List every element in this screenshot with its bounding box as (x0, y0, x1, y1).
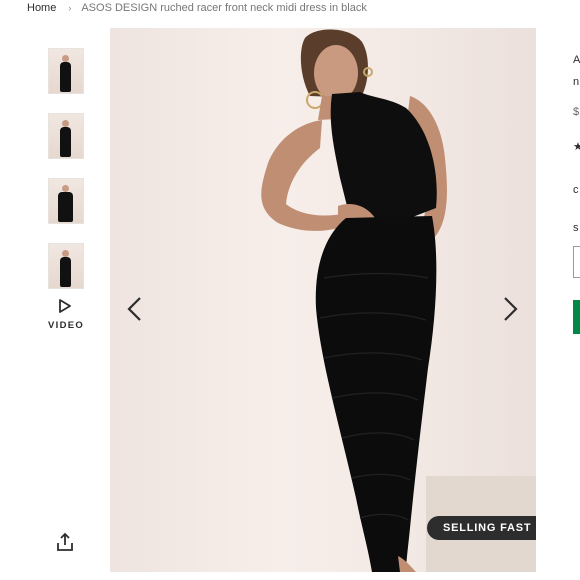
thumbnail-4[interactable] (48, 243, 84, 289)
add-to-bag-button[interactable] (573, 300, 580, 334)
breadcrumb-current: ASOS DESIGN ruched racer front neck midi… (81, 2, 367, 14)
product-title-line2-fragment: n (573, 76, 580, 88)
model-in-black-dress-image (261, 29, 447, 572)
video-label: VIDEO (48, 320, 85, 331)
arrow-left-icon[interactable] (124, 296, 146, 322)
arrow-right-icon[interactable] (499, 296, 521, 322)
share-icon (57, 532, 73, 551)
size-label-fragment: s (573, 222, 579, 234)
thumbnail-3[interactable] (48, 178, 84, 224)
thumbnail-list (48, 48, 84, 308)
breadcrumb: Home › ASOS DESIGN ruched racer front ne… (27, 0, 367, 16)
size-select[interactable] (573, 246, 580, 278)
thumbnail-1[interactable] (48, 48, 84, 94)
price-fragment: $ (573, 106, 580, 118)
colour-label-fragment: c (573, 184, 579, 196)
product-title-fragment: A (573, 54, 580, 66)
share-button[interactable] (55, 532, 75, 557)
breadcrumb-home-link[interactable]: Home (27, 2, 56, 14)
video-button[interactable]: VIDEO (48, 299, 85, 331)
product-details-column: A n $ ★ c s (566, 0, 580, 580)
rating-star-icon[interactable]: ★ (573, 140, 580, 153)
play-icon (59, 299, 71, 313)
main-product-image[interactable] (110, 28, 536, 572)
thumbnail-2[interactable] (48, 113, 84, 159)
chevron-right-icon: › (68, 3, 72, 13)
selling-fast-badge: SELLING FAST (427, 516, 536, 540)
